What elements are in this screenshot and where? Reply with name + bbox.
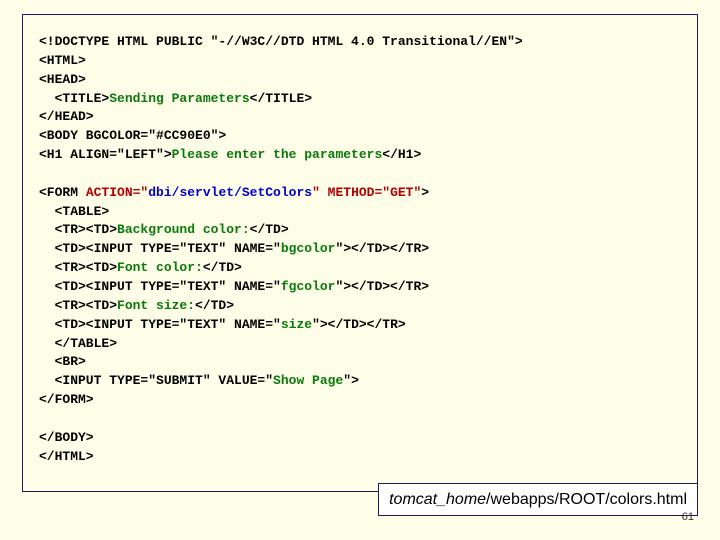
code-line: <INPUT TYPE="SUBMIT" VALUE=" [39,373,273,388]
code-text: Sending Parameters [109,91,249,106]
code-name: bgcolor [281,241,336,256]
code-line: > [421,185,429,200]
code-line: </H1> [382,147,421,162]
code-value: Show Page [273,373,343,388]
slide: <!DOCTYPE HTML PUBLIC "-//W3C//DTD HTML … [0,0,720,540]
code-path: dbi/servlet/SetColors [148,185,312,200]
code-line: </TD> [250,222,289,237]
footer-rest: /webapps/ROOT/colors.html [486,491,687,508]
code-text: Font color: [117,260,203,275]
code-line: <H1 ALIGN="LEFT"> [39,147,172,162]
page-number: 61 [682,510,694,526]
code-line: </HEAD> [39,109,94,124]
code-line: <TR><TD> [39,260,117,275]
code-attr: ACTION=" [86,185,148,200]
code-block: <!DOCTYPE HTML PUBLIC "-//W3C//DTD HTML … [39,33,681,466]
code-box: <!DOCTYPE HTML PUBLIC "-//W3C//DTD HTML … [22,14,698,492]
code-line: </BODY> [39,430,94,445]
code-line: <TITLE> [39,91,109,106]
code-text: Font size: [117,298,195,313]
code-line: <HEAD> [39,72,86,87]
code-line: <TD><INPUT TYPE="TEXT" NAME=" [39,279,281,294]
code-text: Please enter the parameters [172,147,383,162]
code-line: <TR><TD> [39,298,117,313]
code-line: <TD><INPUT TYPE="TEXT" NAME=" [39,241,281,256]
code-line: </TD> [203,260,242,275]
code-line: "></TD></TR> [312,317,406,332]
footer-italic: tomcat_home [389,491,486,508]
code-line: </TABLE> [39,336,117,351]
code-line: "></TD></TR> [335,241,429,256]
code-line: </HTML> [39,449,94,464]
code-name: size [281,317,312,332]
code-line: <TR><TD> [39,222,117,237]
code-line: <BR> [39,354,86,369]
code-line: <FORM [39,185,86,200]
code-line: </FORM> [39,392,94,407]
code-attr: " METHOD="GET" [312,185,421,200]
code-line: <!DOCTYPE HTML PUBLIC "-//W3C//DTD HTML … [39,34,523,49]
code-line: <TABLE> [39,204,109,219]
code-line: "></TD></TR> [335,279,429,294]
code-line: "> [343,373,359,388]
code-line: </TITLE> [250,91,312,106]
code-text: Background color: [117,222,250,237]
code-line: </TD> [195,298,234,313]
code-name: fgcolor [281,279,336,294]
footer-path-box: tomcat_home/webapps/ROOT/colors.html [378,483,698,516]
code-line: <TD><INPUT TYPE="TEXT" NAME=" [39,317,281,332]
code-line: <BODY BGCOLOR="#CC90E0"> [39,128,226,143]
code-line: <HTML> [39,53,86,68]
